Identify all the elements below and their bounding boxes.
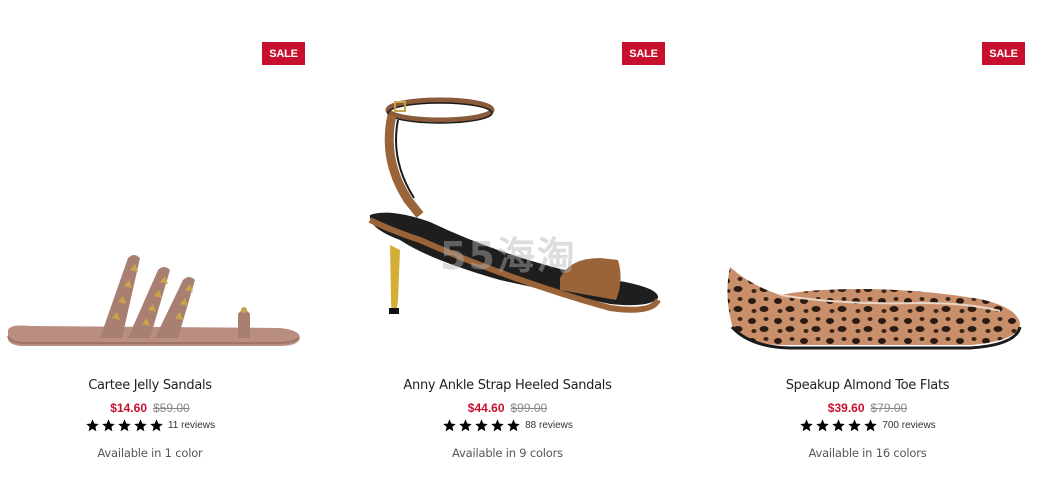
star-icon <box>816 419 830 432</box>
star-icon <box>134 419 147 432</box>
product-card[interactable]: SALE Anny Ankle Strap Heeled Sandals $44… <box>345 0 685 498</box>
sale-badge: SALE <box>262 42 305 65</box>
star-icon <box>102 419 115 432</box>
review-count[interactable]: 700 reviews <box>882 420 935 431</box>
price-row: $14.60 $59.00 <box>0 401 310 415</box>
star-icon <box>832 419 846 432</box>
product-card[interactable]: SALE Cartee Jelly Sandals $14.60 $59.00 <box>0 0 340 498</box>
sale-price: $14.60 <box>110 401 147 415</box>
star-icon <box>459 419 472 432</box>
star-icon <box>800 419 814 432</box>
product-image-leopard-flat[interactable] <box>720 255 1030 355</box>
review-count[interactable]: 11 reviews <box>168 420 215 431</box>
rating-row[interactable]: 88 reviews <box>345 418 670 433</box>
product-card[interactable]: SALE Speakup Almond Toe Flats $39.60 $79.… <box>705 0 1043 498</box>
original-price: $59.00 <box>153 401 190 415</box>
price-row: $39.60 $79.00 <box>705 401 1030 415</box>
sale-badge: SALE <box>982 42 1025 65</box>
review-count[interactable]: 88 reviews <box>525 420 573 431</box>
star-rating <box>799 418 878 433</box>
star-rating <box>442 418 521 433</box>
star-icon <box>443 419 456 432</box>
original-price: $99.00 <box>510 401 548 415</box>
star-icon <box>118 419 131 432</box>
star-icon <box>491 419 504 432</box>
product-image-jelly-sandal[interactable] <box>0 240 310 355</box>
star-rating <box>85 418 164 433</box>
star-icon <box>864 419 878 432</box>
sale-price: $44.60 <box>467 401 505 415</box>
star-icon <box>848 419 862 432</box>
rating-row[interactable]: 700 reviews <box>705 418 1030 433</box>
sale-price: $39.60 <box>827 401 865 415</box>
star-icon <box>507 419 520 432</box>
color-availability: Available in 1 color <box>97 446 203 460</box>
original-price: $79.00 <box>870 401 908 415</box>
color-availability: Available in 9 colors <box>452 446 563 460</box>
star-icon <box>150 419 163 432</box>
product-title[interactable]: Speakup Almond Toe Flats <box>705 378 1030 393</box>
price-row: $44.60 $99.00 <box>345 401 670 415</box>
star-icon <box>86 419 99 432</box>
product-image-heeled-sandal[interactable] <box>360 90 670 330</box>
product-title[interactable]: Anny Ankle Strap Heeled Sandals <box>345 378 670 393</box>
color-availability: Available in 16 colors <box>808 446 927 460</box>
rating-row[interactable]: 11 reviews <box>0 418 310 433</box>
star-icon <box>475 419 488 432</box>
sale-badge: SALE <box>622 42 665 65</box>
product-grid: SALE Cartee Jelly Sandals $14.60 $59.00 <box>0 0 1043 498</box>
product-title[interactable]: Cartee Jelly Sandals <box>0 378 310 393</box>
